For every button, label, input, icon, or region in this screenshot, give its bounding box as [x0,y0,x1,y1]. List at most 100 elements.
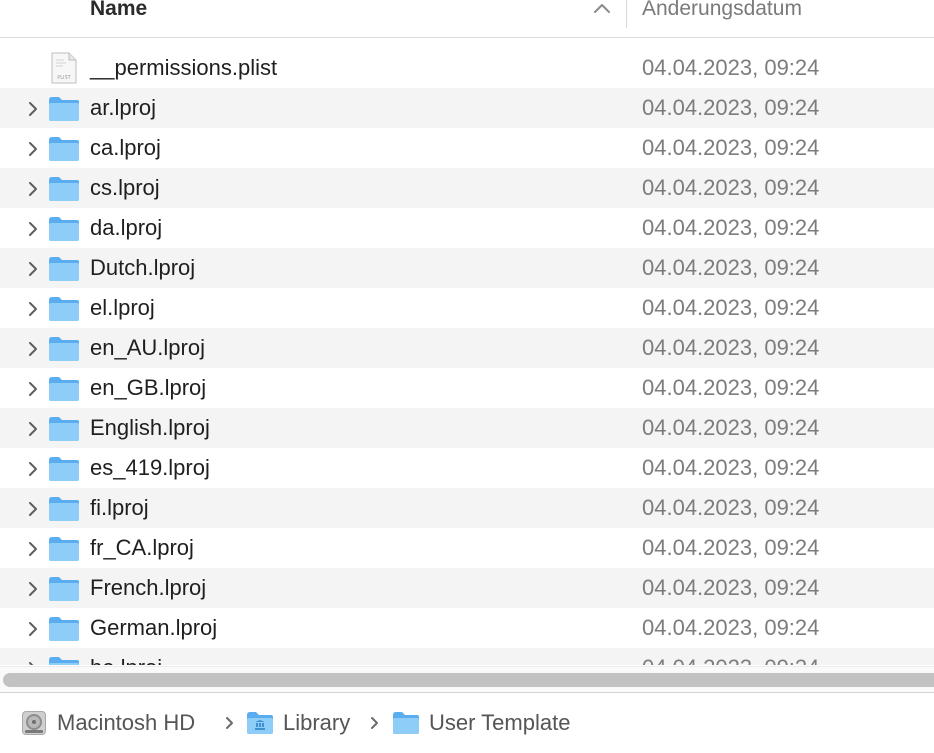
file-modified-date: 04.04.2023, 09:24 [642,655,819,665]
file-row[interactable]: ca.lproj 04.04.2023, 09:24 [0,128,934,168]
file-modified-date: 04.04.2023, 09:24 [642,335,820,360]
file-name: English.lproj [90,415,210,440]
file-name: German.lproj [90,615,218,640]
svg-text:PLIST: PLIST [57,75,71,81]
file-name: he.lproj [90,655,162,665]
folder-icon [49,497,79,521]
file-row[interactable]: fi.lproj 04.04.2023, 09:24 [0,488,934,528]
file-name: __permissions.plist [90,55,278,80]
folder-icon [49,537,79,561]
file-name: fi.lproj [90,495,149,520]
folder-icon [49,577,79,601]
file-modified-date: 04.04.2023, 09:24 [642,575,820,600]
hard-drive-icon [22,711,46,735]
file-name: en_GB.lproj [90,375,207,400]
disclosure-chevron-icon[interactable] [27,101,39,117]
file-row[interactable]: German.lproj 04.04.2023, 09:24 [0,608,934,648]
name-column-header[interactable]: Name [90,0,147,21]
file-name: es_419.lproj [90,455,210,480]
file-row[interactable]: English.lproj 04.04.2023, 09:24 [0,408,934,448]
plist-file-icon: PLIST [51,52,77,84]
file-modified-date: 04.04.2023, 09:24 [642,135,820,160]
folder-icon [393,712,419,734]
file-row[interactable]: fr_CA.lproj 04.04.2023, 09:24 [0,528,934,568]
file-row[interactable]: he.lproj 04.04.2023, 09:24 [0,648,934,665]
file-modified-date: 04.04.2023, 09:24 [642,455,820,480]
file-row[interactable]: el.lproj 04.04.2023, 09:24 [0,288,934,328]
path-item-macintosh-hd[interactable]: Macintosh HD [20,707,195,739]
file-name: da.lproj [90,215,163,240]
folder-icon [49,377,79,401]
disclosure-chevron-icon[interactable] [27,141,39,157]
folder-icon [49,177,79,201]
disclosure-chevron-icon[interactable] [27,501,39,517]
folder-icon [49,137,79,161]
library-folder-icon [247,712,273,734]
folder-icon [49,457,79,481]
path-item-label: Library [283,710,351,735]
disclosure-chevron-icon[interactable] [27,661,39,665]
file-row[interactable]: ar.lproj 04.04.2023, 09:24 [0,88,934,128]
file-name: Dutch.lproj [90,255,196,280]
file-list: PLIST __permissions.plist 04.04.2023, 09:2… [0,48,934,665]
file-name: ca.lproj [90,135,161,160]
file-row[interactable]: PLIST __permissions.plist 04.04.2023, 09:2… [0,48,934,88]
folder-icon [49,417,79,441]
disclosure-chevron-icon[interactable] [27,261,39,277]
file-row[interactable]: en_AU.lproj 04.04.2023, 09:24 [0,328,934,368]
file-modified-date: 04.04.2023, 09:24 [642,615,820,640]
file-row[interactable]: French.lproj 04.04.2023, 09:24 [0,568,934,608]
file-modified-date: 04.04.2023, 09:24 [642,175,820,200]
file-name: en_AU.lproj [90,335,205,360]
folder-icon [49,657,79,665]
column-divider[interactable] [626,0,627,28]
chevron-up-icon[interactable] [593,2,611,14]
disclosure-chevron-icon[interactable] [27,181,39,197]
disclosure-chevron-icon[interactable] [27,381,39,397]
file-modified-date: 04.04.2023, 09:24 [642,255,820,280]
file-name: cs.lproj [90,175,160,200]
folder-icon [49,257,79,281]
disclosure-chevron-icon[interactable] [27,581,39,597]
disclosure-chevron-icon[interactable] [27,341,39,357]
file-row[interactable]: Dutch.lproj 04.04.2023, 09:24 [0,248,934,288]
path-item-label: User Template [429,710,571,735]
file-modified-date: 04.04.2023, 09:24 [642,415,820,440]
file-modified-date: 04.04.2023, 09:24 [642,495,820,520]
disclosure-chevron-icon[interactable] [27,301,39,317]
file-modified-date: 04.04.2023, 09:24 [642,295,820,320]
disclosure-chevron-icon[interactable] [27,461,39,477]
folder-icon [49,337,79,361]
folder-icon [49,297,79,321]
path-item-label: Macintosh HD [57,710,196,735]
folder-icon [49,217,79,241]
chevron-right-icon [226,717,233,729]
file-modified-date: 04.04.2023, 09:24 [642,535,820,560]
disclosure-chevron-icon[interactable] [27,621,39,637]
folder-icon [49,97,79,121]
disclosure-chevron-icon[interactable] [27,421,39,437]
file-row[interactable]: cs.lproj 04.04.2023, 09:24 [0,168,934,208]
file-modified-date: 04.04.2023, 09:24 [642,55,820,80]
path-bar: Macintosh HD Library User Template [0,692,934,753]
file-name: ar.lproj [90,95,157,120]
file-row[interactable]: es_419.lproj 04.04.2023, 09:24 [0,448,934,488]
file-modified-date: 04.04.2023, 09:24 [642,215,820,240]
file-name: el.lproj [90,295,155,320]
file-row[interactable]: en_GB.lproj 04.04.2023, 09:24 [0,368,934,408]
file-name: French.lproj [90,575,207,600]
file-name: fr_CA.lproj [90,535,194,560]
chevron-right-icon [371,717,378,729]
horizontal-scrollbar[interactable] [0,666,934,693]
disclosure-chevron-icon[interactable] [27,541,39,557]
file-modified-date: 04.04.2023, 09:24 [642,95,820,120]
path-item-user-template[interactable]: User Template [392,707,570,739]
folder-icon [49,617,79,641]
file-row[interactable]: da.lproj 04.04.2023, 09:24 [0,208,934,248]
scrollbar-thumb[interactable] [3,673,934,687]
column-header-bar: Name Änderungsdatum [0,0,934,38]
path-item-library[interactable]: Library [246,707,350,739]
file-modified-date: 04.04.2023, 09:24 [642,375,820,400]
date-column-header[interactable]: Änderungsdatum [642,0,802,21]
disclosure-chevron-icon[interactable] [27,221,39,237]
